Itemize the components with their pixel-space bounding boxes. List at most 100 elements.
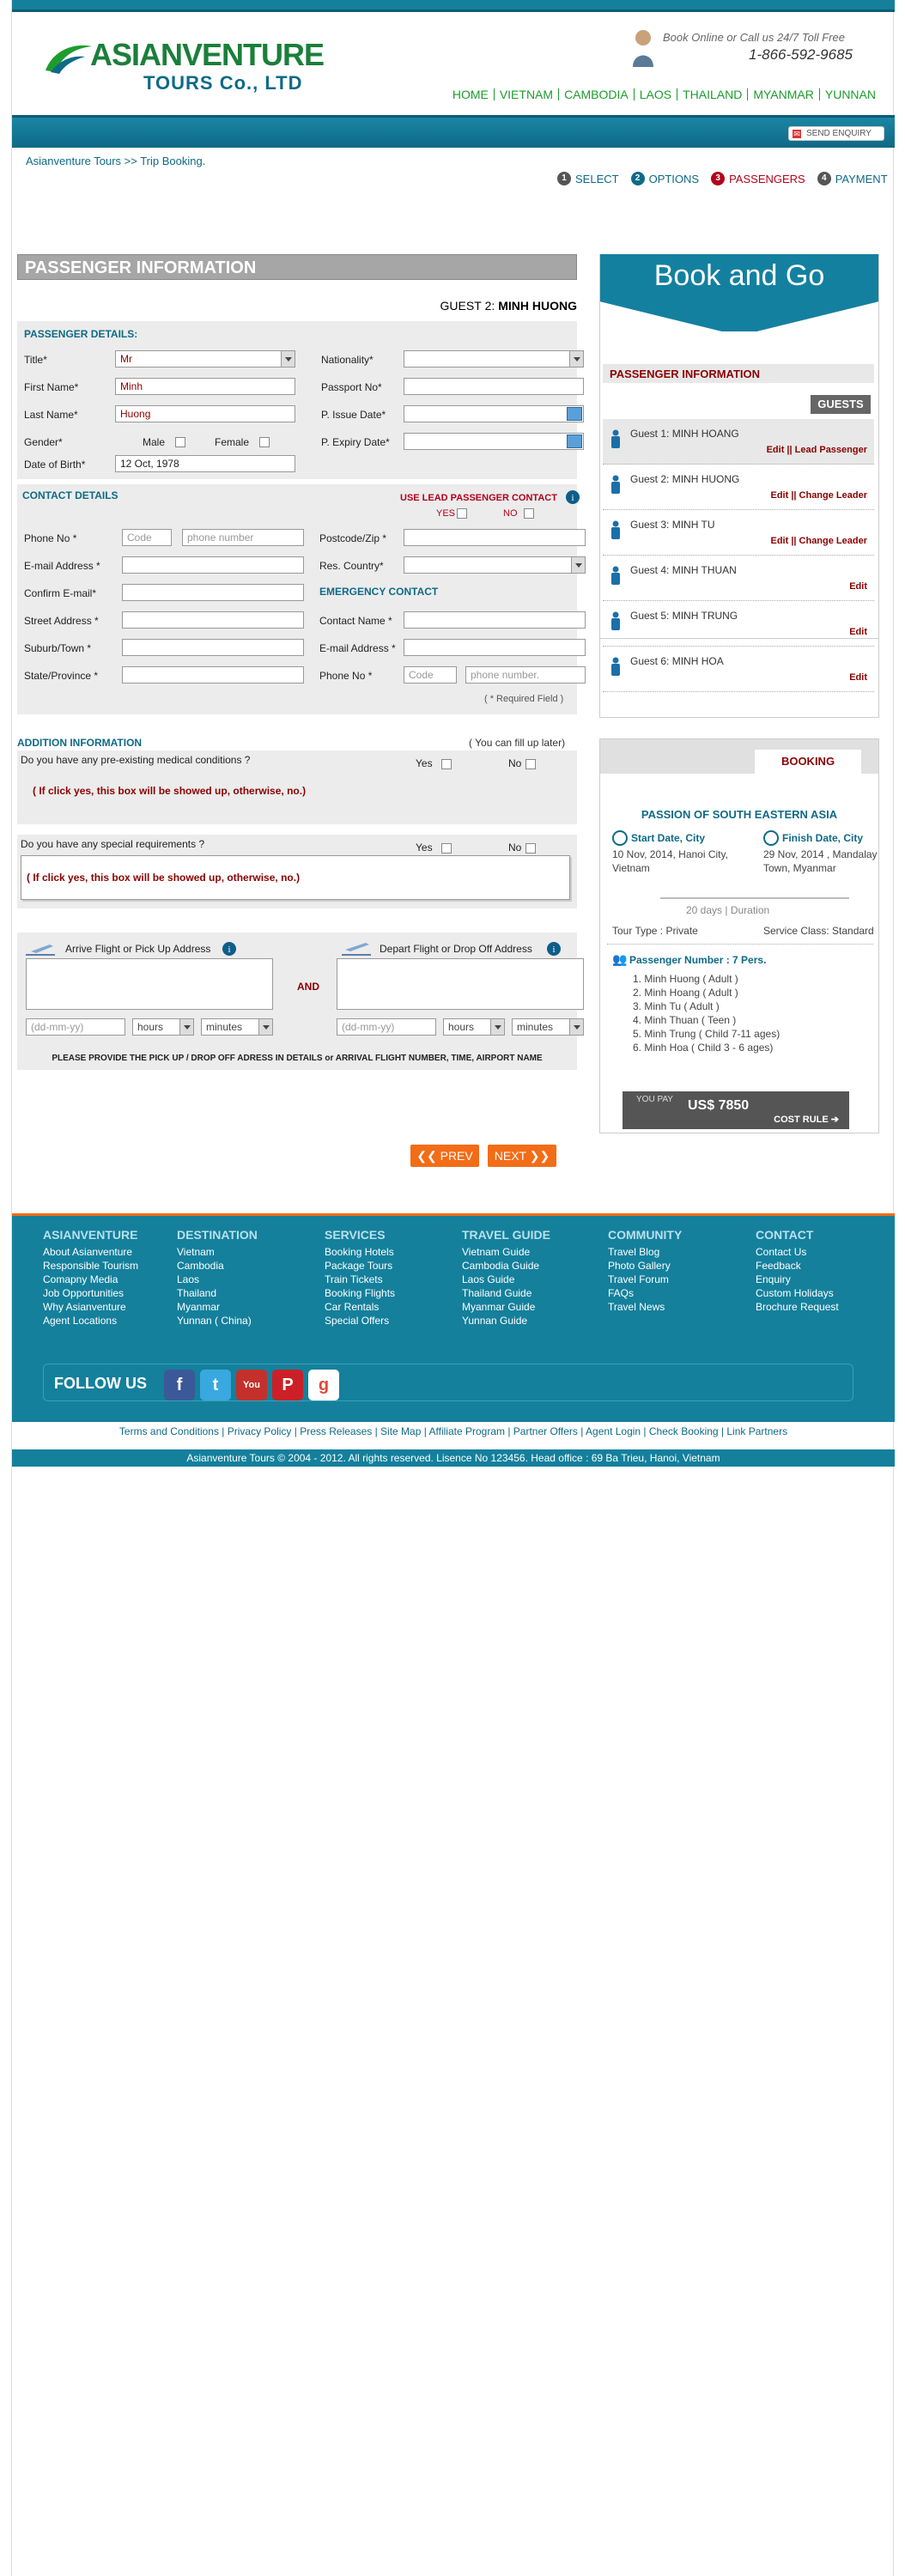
footer-link[interactable]: Custom Holidays: [756, 1286, 839, 1300]
nav-vietnam[interactable]: VIETNAM: [495, 88, 560, 100]
footer-link[interactable]: Booking Hotels: [325, 1245, 395, 1259]
nav-laos[interactable]: LAOS: [635, 88, 678, 100]
footer-link[interactable]: Feedback: [756, 1259, 839, 1273]
special-req-textarea[interactable]: ( If click yes, this box will be showed …: [21, 855, 570, 900]
footer-link[interactable]: Package Tours: [325, 1259, 395, 1273]
footer-link[interactable]: Yunnan Guide: [462, 1314, 550, 1327]
nav-yunnan[interactable]: YUNNAN: [820, 88, 876, 100]
footer-link[interactable]: Thailand Guide: [462, 1286, 550, 1300]
nav-myanmar[interactable]: MYANMAR: [748, 88, 820, 100]
breadcrumb[interactable]: Asianventure Tours >> Trip Booking.: [26, 155, 205, 167]
emergency-phone-input[interactable]: phone number.: [465, 666, 586, 683]
footer-link[interactable]: Vietnam Guide: [462, 1245, 550, 1259]
footer-link[interactable]: Cambodia: [177, 1259, 258, 1273]
emergency-code-input[interactable]: Code: [404, 666, 457, 683]
footer-link[interactable]: Cambodia Guide: [462, 1259, 550, 1273]
suburb-input[interactable]: [122, 639, 304, 656]
guest-edit-link[interactable]: Edit || Lead Passenger: [767, 445, 867, 455]
pinterest-icon[interactable]: P: [272, 1370, 303, 1400]
footer-link[interactable]: Laos Guide: [462, 1273, 550, 1286]
phone-number-input[interactable]: phone number: [182, 529, 304, 546]
facebook-icon[interactable]: f: [164, 1370, 195, 1400]
nav-thailand[interactable]: THAILAND: [677, 88, 749, 100]
nav-home[interactable]: HOME: [447, 88, 495, 100]
special-yes-checkbox[interactable]: [441, 843, 452, 854]
footer-link[interactable]: Responsible Tourism: [43, 1259, 138, 1273]
footer-link[interactable]: Train Tickets: [325, 1273, 395, 1286]
footer-links[interactable]: Terms and Conditions | Privacy Policy | …: [12, 1425, 895, 1437]
guest-edit-link[interactable]: Edit: [849, 627, 867, 637]
dob-input[interactable]: 12 Oct, 1978: [115, 455, 295, 472]
footer-link[interactable]: Comapny Media: [43, 1273, 138, 1286]
depart-address-textarea[interactable]: [337, 958, 584, 1010]
footer-link[interactable]: Laos: [177, 1273, 258, 1286]
send-enquiry-button[interactable]: ✉ SEND ENQUIRY: [788, 126, 884, 141]
special-no-checkbox[interactable]: [525, 843, 536, 854]
email-input[interactable]: [122, 556, 304, 574]
step-options[interactable]: 2 OPTIONS: [630, 172, 699, 185]
guest-item[interactable]: Guest 6: MINH HOA Edit: [603, 647, 874, 692]
footer-link[interactable]: Why Asianventure: [43, 1300, 138, 1314]
footer-link[interactable]: Myanmar: [177, 1300, 258, 1314]
twitter-icon[interactable]: t: [200, 1370, 231, 1400]
info-icon[interactable]: i: [222, 941, 237, 957]
phone-code-input[interactable]: Code: [122, 529, 172, 546]
guest-edit-link[interactable]: Edit: [849, 672, 867, 683]
passport-input[interactable]: [404, 378, 584, 395]
footer-link[interactable]: Enquiry: [756, 1273, 839, 1286]
first-name-input[interactable]: Minh: [115, 378, 295, 395]
guest-item[interactable]: Guest 4: MINH THUAN Edit: [603, 556, 874, 601]
lead-no-checkbox[interactable]: [524, 508, 534, 519]
footer-link[interactable]: Brochure Request: [756, 1300, 839, 1314]
guest-item[interactable]: Guest 5: MINH TRUNG Edit: [603, 601, 874, 647]
footer-link[interactable]: About Asianventure: [43, 1245, 138, 1259]
footer-link[interactable]: Thailand: [177, 1286, 258, 1300]
emergency-email-input[interactable]: [404, 639, 586, 656]
expiry-date-input[interactable]: [404, 433, 584, 450]
footer-link[interactable]: FAQs: [608, 1286, 682, 1300]
last-name-input[interactable]: Huong: [115, 405, 295, 422]
info-icon[interactable]: i: [546, 941, 562, 957]
calendar-icon[interactable]: [567, 434, 582, 448]
lead-yes-checkbox[interactable]: [457, 508, 467, 519]
footer-link[interactable]: Contact Us: [756, 1245, 839, 1259]
arrive-minutes-select[interactable]: minutes: [201, 1018, 273, 1036]
arrive-date-input[interactable]: (dd-mm-yy): [26, 1018, 125, 1036]
footer-link[interactable]: Agent Locations: [43, 1314, 138, 1327]
logo[interactable]: ASIANVENTURE TOURS Co., LTD: [42, 33, 325, 101]
female-checkbox[interactable]: [259, 437, 270, 447]
info-icon[interactable]: i: [565, 489, 580, 505]
footer-link[interactable]: Travel Blog: [608, 1245, 682, 1259]
prev-button[interactable]: ❮❮ PREV: [410, 1145, 479, 1167]
guests-button[interactable]: GUESTS: [811, 395, 871, 414]
depart-date-input[interactable]: (dd-mm-yy): [337, 1018, 436, 1036]
guest-item[interactable]: Guest 3: MINH TU Edit || Change Leader: [603, 510, 874, 556]
medical-no-checkbox[interactable]: [525, 759, 536, 769]
arrive-hours-select[interactable]: hours: [132, 1018, 194, 1036]
footer-link[interactable]: Vietnam: [177, 1245, 258, 1259]
footer-link[interactable]: Car Rentals: [325, 1300, 395, 1314]
footer-link[interactable]: Travel News: [608, 1300, 682, 1314]
google-icon[interactable]: g: [308, 1370, 339, 1400]
calendar-icon[interactable]: [567, 407, 582, 421]
step-payment[interactable]: 4 PAYMENT: [817, 172, 888, 185]
footer-link[interactable]: Travel Forum: [608, 1273, 682, 1286]
booking-tab[interactable]: BOOKING: [755, 750, 861, 774]
nav-cambodia[interactable]: CAMBODIA: [559, 88, 635, 100]
step-select[interactable]: 1 SELECT: [557, 172, 619, 185]
depart-hours-select[interactable]: hours: [443, 1018, 505, 1036]
arrive-address-textarea[interactable]: [26, 958, 273, 1010]
contact-name-input[interactable]: [404, 611, 586, 629]
street-input[interactable]: [122, 611, 304, 629]
guest-edit-link[interactable]: Edit: [849, 581, 867, 592]
footer-link[interactable]: Photo Gallery: [608, 1259, 682, 1273]
guest-edit-link[interactable]: Edit || Change Leader: [770, 490, 867, 501]
state-input[interactable]: [122, 666, 304, 683]
depart-minutes-select[interactable]: minutes: [512, 1018, 584, 1036]
footer-link[interactable]: Job Opportunities: [43, 1286, 138, 1300]
guest-item[interactable]: Guest 1: MINH HOANG Edit || Lead Passeng…: [603, 419, 874, 465]
nationality-select[interactable]: [404, 350, 584, 368]
guest-item[interactable]: Guest 2: MINH HUONG Edit || Change Leade…: [603, 465, 874, 510]
res-country-select[interactable]: [404, 556, 586, 574]
medical-yes-checkbox[interactable]: [441, 759, 452, 769]
